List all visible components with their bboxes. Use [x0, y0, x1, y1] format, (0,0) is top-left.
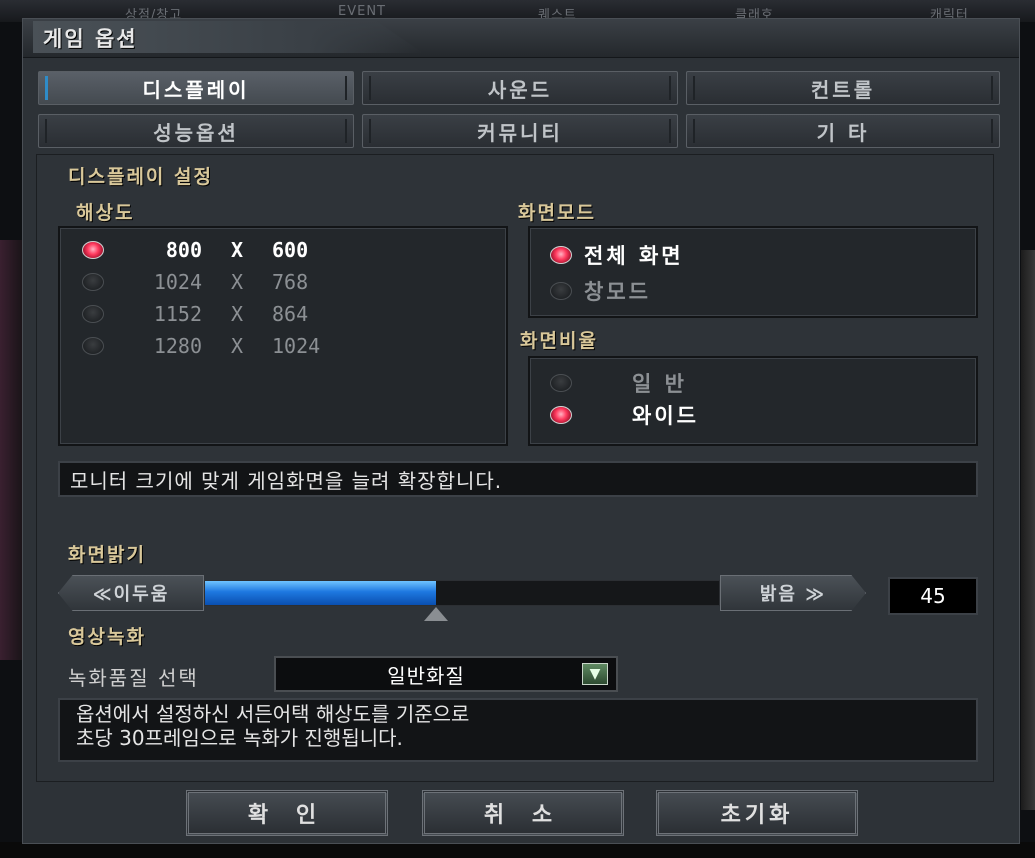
brightness-decrease-label: ≪이두움: [92, 584, 170, 605]
resolution-label: 800 X 600: [134, 238, 352, 262]
brightness-slider-track[interactable]: [204, 580, 720, 621]
screen-mode-window-label: 창모드: [584, 280, 651, 304]
tab-label: 사운드: [487, 77, 553, 102]
window-title: 게임 옵션: [43, 27, 138, 51]
radio-unselected-icon: [550, 374, 572, 392]
window-titlebar: 게임 옵션: [23, 19, 1019, 58]
display-description: 모니터 크기에 맞게 게임화면을 늘려 확장합니다.: [58, 461, 978, 497]
aspect-ratio-normal-label: 일 반: [632, 372, 687, 396]
aspect-ratio-title: 화면비율: [520, 330, 598, 352]
resolution-width: 1280: [153, 334, 202, 358]
resolution-height: 864: [272, 302, 309, 326]
resolution-times: X: [230, 302, 244, 326]
screen-mode-fullscreen-option[interactable]: 전체 화면: [550, 240, 684, 270]
aspect-ratio-normal-option[interactable]: 일 반: [550, 368, 687, 398]
aspect-ratio-wide-option[interactable]: 와이드: [550, 400, 699, 430]
radio-selected-icon: [550, 246, 572, 264]
tab-label: 디스플레이: [142, 77, 250, 102]
tab-display[interactable]: 디스플레이: [38, 71, 354, 105]
display-settings-title: 디스플레이 설정: [68, 166, 213, 188]
tab-label: 컨트롤: [810, 77, 876, 102]
resolution-height: 600: [272, 238, 309, 262]
resolution-height: 768: [272, 270, 309, 294]
tab-etc[interactable]: 기 타: [686, 114, 1000, 148]
background-artwork-left: [0, 240, 22, 660]
resolution-times: X: [230, 270, 244, 294]
screen-mode-fullscreen-label: 전체 화면: [584, 244, 684, 268]
resolution-option-1024x768[interactable]: 1024 X 768: [82, 270, 352, 294]
tab-label: 커뮤니티: [477, 120, 563, 145]
resolution-title: 해상도: [76, 202, 135, 224]
recording-info-line: 옵션에서 설정하신 서든어택 해상도를 기준으로: [76, 702, 470, 726]
confirm-label: 확 인: [247, 803, 327, 828]
screen-mode-title: 화면모드: [518, 202, 596, 224]
resolution-width: 1024: [153, 270, 202, 294]
resolution-option-1280x1024[interactable]: 1280 X 1024: [82, 334, 352, 358]
radio-unselected-icon: [82, 305, 104, 323]
resolution-label: 1152 X 864: [134, 302, 352, 326]
reset-button[interactable]: 초기화: [656, 790, 858, 836]
cancel-label: 취 소: [483, 803, 563, 828]
recording-info: 옵션에서 설정하신 서든어택 해상도를 기준으로 초당 30프레임으로 녹화가 …: [58, 698, 978, 762]
background-bottom-bar: [0, 842, 1035, 858]
resolution-times: X: [230, 334, 244, 358]
brightness-increase-label: 밝음 ≫: [759, 584, 827, 605]
resolution-width: 800: [165, 238, 202, 262]
radio-unselected-icon: [550, 282, 572, 300]
recording-quality-value: 일반화질: [387, 663, 465, 688]
resolution-label: 1280 X 1024: [134, 334, 352, 358]
cancel-button[interactable]: 취 소: [422, 790, 624, 836]
confirm-button[interactable]: 확 인: [186, 790, 388, 836]
background-menu-item: EVENT: [338, 4, 386, 19]
tab-control[interactable]: 컨트롤: [686, 71, 1000, 105]
tab-sound[interactable]: 사운드: [362, 71, 678, 105]
resolution-option-1152x864[interactable]: 1152 X 864: [82, 302, 352, 326]
resolution-label: 1024 X 768: [134, 270, 352, 294]
radio-unselected-icon: [82, 273, 104, 291]
recording-info-line: 초당 30프레임으로 녹화가 진행됩니다.: [76, 726, 403, 750]
tab-community[interactable]: 커뮤니티: [362, 114, 678, 148]
aspect-ratio-wide-label: 와이드: [632, 404, 699, 428]
recording-quality-label: 녹화품질 선택: [68, 666, 199, 690]
radio-selected-icon: [550, 406, 572, 424]
reset-label: 초기화: [720, 803, 794, 828]
screen-mode-window-option[interactable]: 창모드: [550, 276, 651, 306]
tab-performance[interactable]: 성능옵션: [38, 114, 354, 148]
brightness-value: 45: [888, 577, 978, 615]
resolution-times: X: [230, 238, 244, 262]
brightness-title: 화면밝기: [68, 544, 146, 566]
recording-title: 영상녹화: [68, 626, 146, 648]
brightness-slider-thumb[interactable]: [424, 607, 449, 621]
background-artwork-right: [1021, 250, 1035, 810]
tab-label: 성능옵션: [153, 120, 239, 145]
tab-label: 기 타: [816, 120, 870, 145]
recording-quality-select[interactable]: 일반화질 ▼: [274, 656, 618, 692]
resolution-option-800x600[interactable]: 800 X 600: [82, 238, 352, 262]
chevron-down-icon[interactable]: ▼: [582, 663, 608, 685]
brightness-slider-fill: [205, 581, 437, 605]
radio-selected-icon: [82, 241, 104, 259]
resolution-height: 1024: [272, 334, 321, 358]
resolution-width: 1152: [153, 302, 202, 326]
brightness-decrease-button[interactable]: ≪이두움: [58, 575, 204, 611]
brightness-increase-button[interactable]: 밝음 ≫: [720, 575, 866, 611]
radio-unselected-icon: [82, 337, 104, 355]
